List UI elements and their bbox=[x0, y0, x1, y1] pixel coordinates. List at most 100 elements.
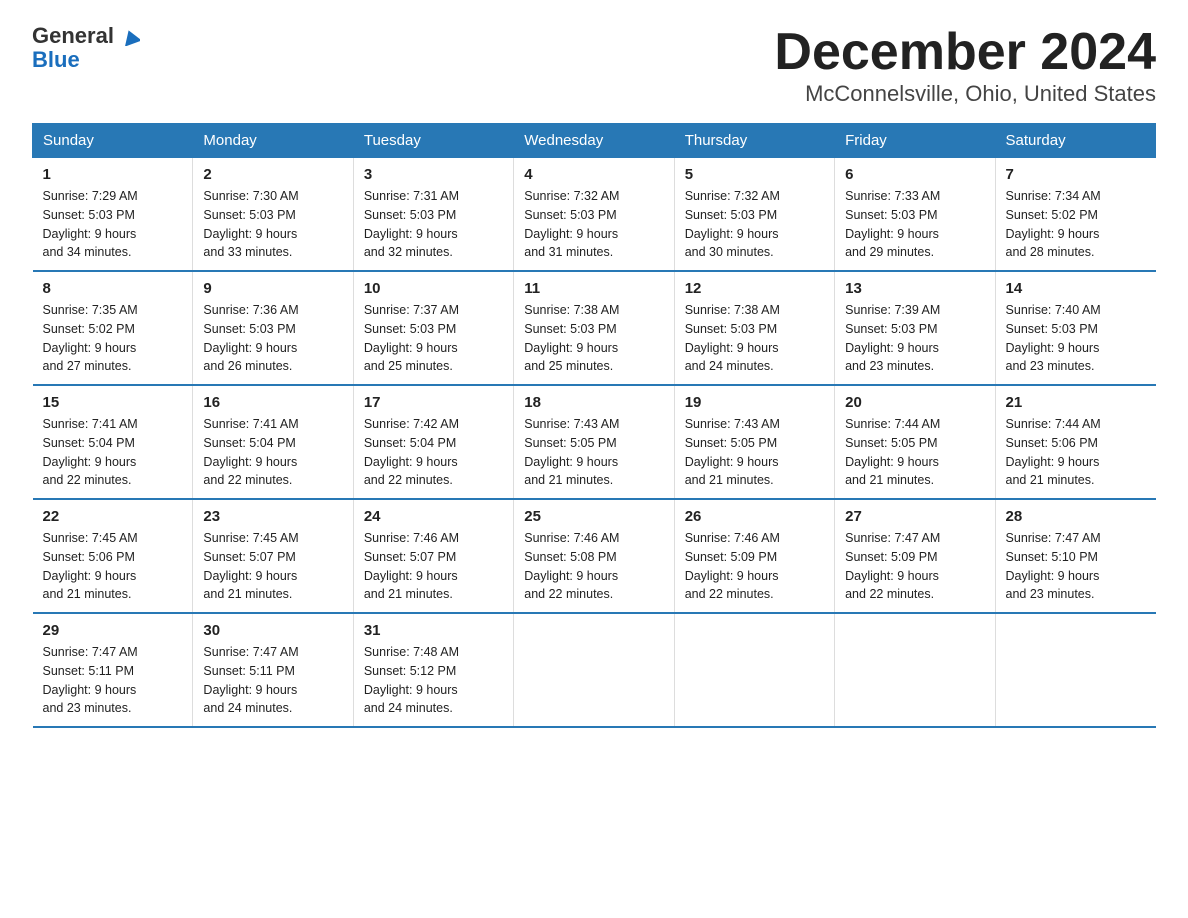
calendar-cell: 27 Sunrise: 7:47 AM Sunset: 5:09 PM Dayli… bbox=[835, 499, 995, 613]
day-number: 10 bbox=[364, 280, 503, 297]
day-info: Sunrise: 7:37 AM Sunset: 5:03 PM Dayligh… bbox=[364, 301, 503, 376]
day-number: 3 bbox=[364, 166, 503, 183]
day-number: 22 bbox=[43, 508, 183, 525]
calendar-cell: 7Sunrise: 7:34 AM Sunset: 5:02 PM Daylig… bbox=[995, 158, 1155, 272]
day-number: 31 bbox=[364, 622, 503, 639]
day-number: 29 bbox=[43, 622, 183, 639]
day-info: Sunrise: 7:47 AM Sunset: 5:11 PM Dayligh… bbox=[43, 643, 183, 718]
day-info: Sunrise: 7:46 AM Sunset: 5:08 PM Dayligh… bbox=[524, 529, 663, 604]
day-info: Sunrise: 7:41 AM Sunset: 5:04 PM Dayligh… bbox=[203, 415, 342, 490]
day-info: Sunrise: 7:39 AM Sunset: 5:03 PM Dayligh… bbox=[845, 301, 984, 376]
day-number: 11 bbox=[524, 280, 663, 297]
calendar-cell: 26 Sunrise: 7:46 AM Sunset: 5:09 PM Dayli… bbox=[674, 499, 834, 613]
day-number: 12 bbox=[685, 280, 824, 297]
day-number: 18 bbox=[524, 394, 663, 411]
weekday-header-sunday: Sunday bbox=[33, 124, 193, 158]
calendar-cell: 13 Sunrise: 7:39 AM Sunset: 5:03 PM Dayli… bbox=[835, 271, 995, 385]
day-number: 21 bbox=[1006, 394, 1146, 411]
day-info: Sunrise: 7:30 AM Sunset: 5:03 PM Dayligh… bbox=[203, 187, 342, 262]
logo-line1: General bbox=[32, 24, 140, 48]
day-number: 2 bbox=[203, 166, 342, 183]
calendar-cell: 20Sunrise: 7:44 AM Sunset: 5:05 PM Dayli… bbox=[835, 385, 995, 499]
day-info: Sunrise: 7:38 AM Sunset: 5:03 PM Dayligh… bbox=[524, 301, 663, 376]
day-number: 28 bbox=[1006, 508, 1146, 525]
day-number: 9 bbox=[203, 280, 342, 297]
calendar-cell: 22 Sunrise: 7:45 AM Sunset: 5:06 PM Dayli… bbox=[33, 499, 193, 613]
day-info: Sunrise: 7:42 AM Sunset: 5:04 PM Dayligh… bbox=[364, 415, 503, 490]
day-info: Sunrise: 7:38 AM Sunset: 5:03 PM Dayligh… bbox=[685, 301, 824, 376]
day-number: 6 bbox=[845, 166, 984, 183]
day-info: Sunrise: 7:29 AM Sunset: 5:03 PM Dayligh… bbox=[43, 187, 183, 262]
day-number: 30 bbox=[203, 622, 342, 639]
logo: General Blue bbox=[32, 24, 140, 72]
calendar-week-row: 29 Sunrise: 7:47 AM Sunset: 5:11 PM Dayli… bbox=[33, 613, 1156, 727]
day-info: Sunrise: 7:43 AM Sunset: 5:05 PM Dayligh… bbox=[524, 415, 663, 490]
calendar-cell: 2 Sunrise: 7:30 AM Sunset: 5:03 PM Daylig… bbox=[193, 158, 353, 272]
calendar-week-row: 22 Sunrise: 7:45 AM Sunset: 5:06 PM Dayli… bbox=[33, 499, 1156, 613]
calendar-week-row: 8Sunrise: 7:35 AM Sunset: 5:02 PM Daylig… bbox=[33, 271, 1156, 385]
calendar-cell: 4 Sunrise: 7:32 AM Sunset: 5:03 PM Daylig… bbox=[514, 158, 674, 272]
day-number: 16 bbox=[203, 394, 342, 411]
weekday-header-tuesday: Tuesday bbox=[353, 124, 513, 158]
calendar-cell: 10 Sunrise: 7:37 AM Sunset: 5:03 PM Dayli… bbox=[353, 271, 513, 385]
calendar-cell: 30 Sunrise: 7:47 AM Sunset: 5:11 PM Dayli… bbox=[193, 613, 353, 727]
day-number: 27 bbox=[845, 508, 984, 525]
day-info: Sunrise: 7:46 AM Sunset: 5:09 PM Dayligh… bbox=[685, 529, 824, 604]
calendar-cell: 17 Sunrise: 7:42 AM Sunset: 5:04 PM Dayli… bbox=[353, 385, 513, 499]
calendar-cell: 23 Sunrise: 7:45 AM Sunset: 5:07 PM Dayli… bbox=[193, 499, 353, 613]
calendar-cell bbox=[514, 613, 674, 727]
calendar-cell: 28Sunrise: 7:47 AM Sunset: 5:10 PM Dayli… bbox=[995, 499, 1155, 613]
day-number: 1 bbox=[43, 166, 183, 183]
day-info: Sunrise: 7:47 AM Sunset: 5:11 PM Dayligh… bbox=[203, 643, 342, 718]
day-info: Sunrise: 7:40 AM Sunset: 5:03 PM Dayligh… bbox=[1006, 301, 1146, 376]
calendar-cell bbox=[995, 613, 1155, 727]
day-info: Sunrise: 7:45 AM Sunset: 5:07 PM Dayligh… bbox=[203, 529, 342, 604]
day-info: Sunrise: 7:32 AM Sunset: 5:03 PM Dayligh… bbox=[685, 187, 824, 262]
day-number: 24 bbox=[364, 508, 503, 525]
weekday-header-wednesday: Wednesday bbox=[514, 124, 674, 158]
calendar-cell: 21 Sunrise: 7:44 AM Sunset: 5:06 PM Dayli… bbox=[995, 385, 1155, 499]
calendar-cell: 8Sunrise: 7:35 AM Sunset: 5:02 PM Daylig… bbox=[33, 271, 193, 385]
day-info: Sunrise: 7:46 AM Sunset: 5:07 PM Dayligh… bbox=[364, 529, 503, 604]
weekday-header-row: SundayMondayTuesdayWednesdayThursdayFrid… bbox=[33, 124, 1156, 158]
calendar-cell: 24 Sunrise: 7:46 AM Sunset: 5:07 PM Dayli… bbox=[353, 499, 513, 613]
day-info: Sunrise: 7:47 AM Sunset: 5:09 PM Dayligh… bbox=[845, 529, 984, 604]
calendar-subtitle: McConnelsville, Ohio, United States bbox=[774, 81, 1156, 107]
day-number: 4 bbox=[524, 166, 663, 183]
calendar-cell: 19 Sunrise: 7:43 AM Sunset: 5:05 PM Dayli… bbox=[674, 385, 834, 499]
calendar-cell: 18 Sunrise: 7:43 AM Sunset: 5:05 PM Dayli… bbox=[514, 385, 674, 499]
day-number: 8 bbox=[43, 280, 183, 297]
day-info: Sunrise: 7:43 AM Sunset: 5:05 PM Dayligh… bbox=[685, 415, 824, 490]
day-number: 26 bbox=[685, 508, 824, 525]
day-info: Sunrise: 7:45 AM Sunset: 5:06 PM Dayligh… bbox=[43, 529, 183, 604]
logo-general-text: General bbox=[32, 23, 114, 48]
page-header: General Blue December 2024 McConnelsvill… bbox=[32, 24, 1156, 107]
calendar-cell: 11 Sunrise: 7:38 AM Sunset: 5:03 PM Dayli… bbox=[514, 271, 674, 385]
day-info: Sunrise: 7:36 AM Sunset: 5:03 PM Dayligh… bbox=[203, 301, 342, 376]
calendar-cell: 3Sunrise: 7:31 AM Sunset: 5:03 PM Daylig… bbox=[353, 158, 513, 272]
calendar-cell: 31 Sunrise: 7:48 AM Sunset: 5:12 PM Dayli… bbox=[353, 613, 513, 727]
logo-triangle-icon bbox=[122, 28, 140, 46]
weekday-header-thursday: Thursday bbox=[674, 124, 834, 158]
calendar-week-row: 15 Sunrise: 7:41 AM Sunset: 5:04 PM Dayli… bbox=[33, 385, 1156, 499]
day-number: 23 bbox=[203, 508, 342, 525]
day-number: 13 bbox=[845, 280, 984, 297]
title-block: December 2024 McConnelsville, Ohio, Unit… bbox=[774, 24, 1156, 107]
day-number: 7 bbox=[1006, 166, 1146, 183]
calendar-cell: 9 Sunrise: 7:36 AM Sunset: 5:03 PM Daylig… bbox=[193, 271, 353, 385]
day-number: 25 bbox=[524, 508, 663, 525]
weekday-header-monday: Monday bbox=[193, 124, 353, 158]
calendar-cell: 6Sunrise: 7:33 AM Sunset: 5:03 PM Daylig… bbox=[835, 158, 995, 272]
day-info: Sunrise: 7:48 AM Sunset: 5:12 PM Dayligh… bbox=[364, 643, 503, 718]
calendar-cell: 14Sunrise: 7:40 AM Sunset: 5:03 PM Dayli… bbox=[995, 271, 1155, 385]
calendar-header: SundayMondayTuesdayWednesdayThursdayFrid… bbox=[33, 124, 1156, 158]
day-number: 15 bbox=[43, 394, 183, 411]
calendar-cell: 5Sunrise: 7:32 AM Sunset: 5:03 PM Daylig… bbox=[674, 158, 834, 272]
day-number: 17 bbox=[364, 394, 503, 411]
calendar-cell: 16 Sunrise: 7:41 AM Sunset: 5:04 PM Dayli… bbox=[193, 385, 353, 499]
day-info: Sunrise: 7:44 AM Sunset: 5:06 PM Dayligh… bbox=[1006, 415, 1146, 490]
calendar-cell: 29 Sunrise: 7:47 AM Sunset: 5:11 PM Dayli… bbox=[33, 613, 193, 727]
day-number: 19 bbox=[685, 394, 824, 411]
logo-line2: Blue bbox=[32, 48, 80, 72]
day-info: Sunrise: 7:32 AM Sunset: 5:03 PM Dayligh… bbox=[524, 187, 663, 262]
